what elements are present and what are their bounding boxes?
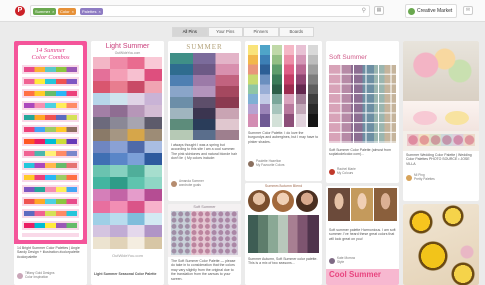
messages-icon[interactable]: ✉ [463,6,473,15]
pin-card[interactable]: Soft Summer Soft Summer Color Palette (a… [326,41,399,183]
pin-image[interactable]: Light Summer OutWideYou.com OutWideYou.c… [91,41,164,271]
search-tag-label: Summer [35,9,51,14]
pin-image[interactable]: Soft Summer [326,41,399,146]
pin-image[interactable] [403,41,479,151]
pin-card[interactable]: Summer Wedding Color Palette | Wedding C… [403,41,479,201]
tab-all-pins[interactable]: All Pins [172,27,208,37]
remove-tag-icon[interactable]: × [52,9,54,14]
pin-description: 14 Bright Summer Color Palettes | Angie … [17,246,80,259]
pin-description: I always thought I was a spring but acco… [171,143,237,161]
tab-pinners[interactable]: Pinners [243,27,279,37]
pin-image[interactable] [403,204,479,285]
pinterest-logo[interactable]: P [15,6,25,16]
pin-image[interactable]: SUMMER [168,41,241,141]
search-tag-label: Color [60,9,70,14]
search-tag-label: Palettes [82,9,97,14]
pin-card[interactable] [403,204,479,285]
pin-image[interactable] [326,186,399,226]
tab-your-pins[interactable]: Your Pins [207,27,243,37]
search-tag-color[interactable]: Color × [58,8,76,15]
avatar[interactable] [248,161,254,167]
pin-description: Light Summer Seasonal Color Palette [94,272,157,276]
pin-card[interactable]: Soft Summer The Soft Summer Color Palett… [168,204,241,285]
pin-title: SUMMER [186,43,223,51]
search-tag-palettes[interactable]: Palettes × [80,8,103,15]
logo-letter: P [17,7,23,14]
pin-card[interactable]: 14 Summer Color Combos 14 Bright Summer … [14,41,87,285]
pin-card[interactable]: Soft summer palette Harmonious. I am sof… [326,186,399,285]
board-name[interactable]: Color Inspiration [25,275,48,280]
board-name[interactable]: Pretty Palettes [414,177,435,182]
search-scope-tabs: All Pins Your Pins Pinners Boards [172,27,314,37]
avatar [408,8,415,15]
pin-description: Summer Autumn, Soft Summer color palette… [248,257,318,266]
account-name: Creative Market [417,8,453,14]
pin-title: 14 Summer [35,47,66,54]
pin-card[interactable]: Light Summer OutWideYou.com OutWideYou.c… [91,41,164,285]
board-name[interactable]: wardrobe goals [179,183,201,188]
pin-footer-site: OutWideYou.com [112,253,143,258]
pin-title: Color Combos [31,54,70,61]
pin-description: Soft Summer Color Palette (almost from s… [329,148,392,157]
pin-site: OutWideYou.com [114,51,141,55]
search-icon[interactable]: ⚲ [362,8,366,15]
pin-description: Summer Color Palette. I do love the burg… [248,131,319,144]
search-input[interactable]: Summer × Color × Palettes × ⚲ [30,5,370,17]
avatar[interactable] [171,181,177,187]
search-tag-summer[interactable]: Summer × [33,8,57,15]
pin-card[interactable]: Summer/Autumn Blend Summer Autumn, Soft … [245,183,322,285]
remove-tag-icon[interactable]: × [98,9,100,14]
pin-image[interactable]: Soft Summer [168,204,241,257]
pin-description: Summer Wedding Color Palette | Wedding C… [406,153,472,166]
board-name[interactable]: My Colours [337,171,353,176]
pin-description: The Soft Summer Color Palette — please d… [171,259,236,281]
top-bar: P Summer × Color × Palettes × ⚲ ▦ Creative … [0,0,485,22]
pin-title: Cool Summer [329,270,382,279]
tab-boards[interactable]: Boards [278,27,314,37]
pin-image[interactable]: 14 Summer Color Combos [14,41,87,244]
pin-image[interactable]: Summer/Autumn Blend [245,183,322,255]
pin-image[interactable] [245,41,322,129]
avatar[interactable] [17,273,23,279]
pin-title: Soft Summer [193,205,216,209]
grid-icon[interactable]: ▦ [374,6,384,15]
board-name[interactable]: Style [337,260,344,265]
pin-title: Light Summer [105,43,150,50]
avatar[interactable] [329,169,335,175]
account-button[interactable]: Creative Market [405,4,457,18]
avatar[interactable] [406,175,412,181]
pin-title: Soft Summer [329,54,367,61]
board-name[interactable]: My Favourite Colors [256,163,285,168]
pin-description: Soft summer palette Harmonious. I am sof… [329,228,396,241]
pin-card[interactable]: Summer Color Palette. I do love the burg… [245,41,322,181]
remove-tag-icon[interactable]: × [72,9,74,14]
avatar[interactable] [329,258,335,264]
pin-card[interactable]: SUMMER I always thought I was a spring b… [168,41,241,201]
photo-label: Summer/Autumn Blend [264,184,303,188]
